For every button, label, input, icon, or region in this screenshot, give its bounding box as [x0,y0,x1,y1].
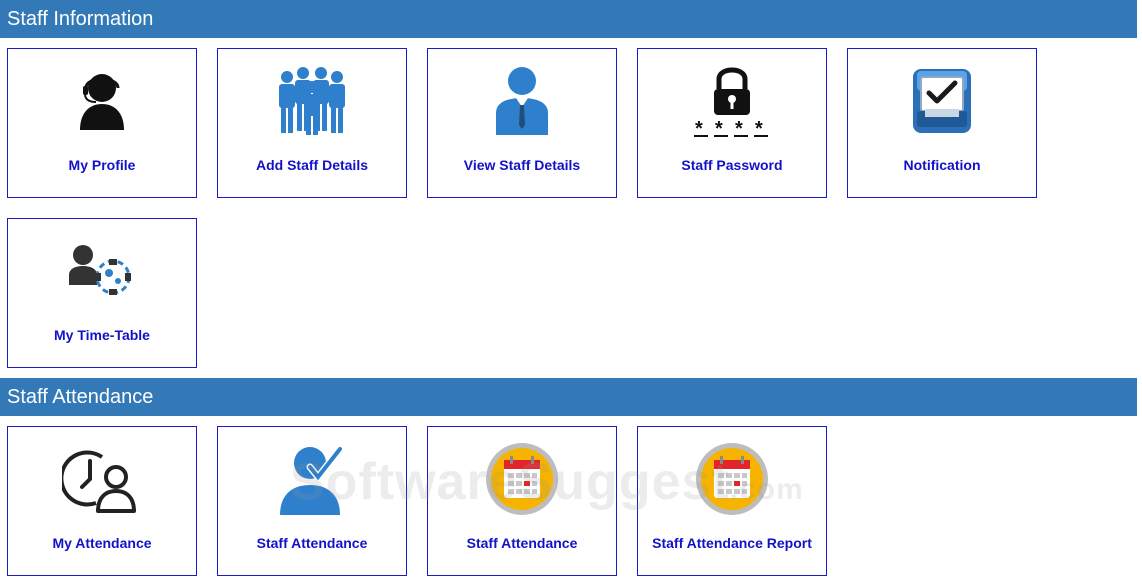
tile-add-staff-details[interactable]: Add Staff Details [217,48,407,198]
svg-text:*: * [695,118,703,137]
tile-my-time-table[interactable]: My Time-Table [7,218,197,368]
profile-headset-icon [57,61,147,141]
tile-notification[interactable]: Notification [847,48,1037,198]
staff-dashboard: Staff Information My Profile Add Staff D… [0,0,1142,581]
person-check-icon [267,439,357,519]
staff-attendance-header: Staff Attendance [0,378,1137,416]
tile-staff-password[interactable]: * * * * Staff Password [637,48,827,198]
tile-label: My Attendance [52,535,152,551]
notification-tray-icon [897,61,987,141]
tile-label: Notification [903,157,981,173]
tile-label: Staff Attendance Report [652,535,812,551]
tile-label: My Time-Table [54,327,150,343]
staff-information-header: Staff Information [0,0,1137,38]
tile-label: My Profile [68,157,136,173]
clock-user-icon [57,439,147,519]
svg-text:*: * [715,118,723,137]
svg-text:*: * [755,118,763,137]
tile-label: Staff Password [681,157,783,173]
tile-my-profile[interactable]: My Profile [7,48,197,198]
tile-label: View Staff Details [463,157,581,173]
calendar-icon [477,439,567,519]
tile-staff-attendance-check[interactable]: Staff Attendance [217,426,407,576]
tile-view-staff-details[interactable]: View Staff Details [427,48,617,198]
svg-text:*: * [735,118,743,137]
tile-my-attendance[interactable]: My Attendance [7,426,197,576]
staff-group-icon [267,61,357,141]
tile-label: Add Staff Details [255,157,368,173]
lock-password-icon: * * * * [687,61,777,141]
tile-label: Staff Attendance [256,535,368,551]
calendar-report-icon [687,439,777,519]
tile-staff-attendance-report[interactable]: Staff Attendance Report [637,426,827,576]
tile-staff-attendance-calendar[interactable]: Staff Attendance [427,426,617,576]
tile-label: Staff Attendance [466,535,578,551]
staff-person-icon [477,61,567,141]
timetable-gear-icon [57,231,147,311]
